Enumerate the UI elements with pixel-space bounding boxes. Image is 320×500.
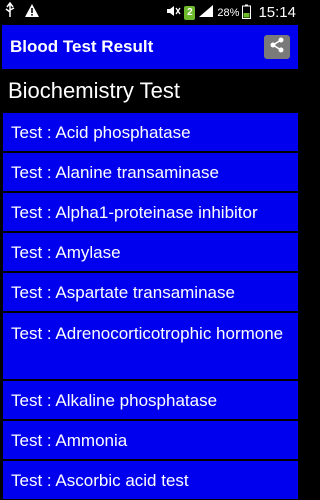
list-item-alanine-transaminase[interactable]: Test : Alanine transaminase xyxy=(0,151,300,191)
app-title: Blood Test Result xyxy=(10,37,154,56)
list-item-alkaline-phosphatase[interactable]: Test : Alkaline phosphatase xyxy=(0,379,300,419)
sim-badge: 2 xyxy=(184,5,196,20)
list-item-aspartate-transaminase[interactable]: Test : Aspartate transaminase xyxy=(0,271,300,311)
warning-icon xyxy=(24,3,40,23)
list-item-alpha1-proteinase-inhibitor[interactable]: Test : Alpha1-proteinase inhibitor xyxy=(0,191,300,231)
section-title: Biochemistry Test xyxy=(0,71,300,111)
usb-icon xyxy=(4,1,16,23)
status-bar: 2 28% 15:14 xyxy=(0,0,300,25)
test-list: Test : Acid phosphatase Test : Alanine t… xyxy=(0,111,300,499)
signal-icon xyxy=(198,4,214,21)
list-item-amylase[interactable]: Test : Amylase xyxy=(0,231,300,271)
share-icon xyxy=(269,37,285,58)
list-item-adrenocorticotrophic-hormone[interactable]: Test : Adrenocorticotrophic hormone xyxy=(0,311,300,379)
list-item-acid-phosphatase[interactable]: Test : Acid phosphatase xyxy=(0,111,300,151)
clock: 15:14 xyxy=(258,4,296,21)
list-item-ascorbic-acid-test[interactable]: Test : Ascorbic acid test xyxy=(0,459,300,499)
battery-percent: 28% xyxy=(217,6,240,19)
battery-icon xyxy=(242,4,252,22)
mute-icon xyxy=(165,4,181,21)
list-item-ammonia[interactable]: Test : Ammonia xyxy=(0,419,300,459)
share-button[interactable] xyxy=(264,35,290,59)
app-bar: Blood Test Result xyxy=(0,25,300,71)
